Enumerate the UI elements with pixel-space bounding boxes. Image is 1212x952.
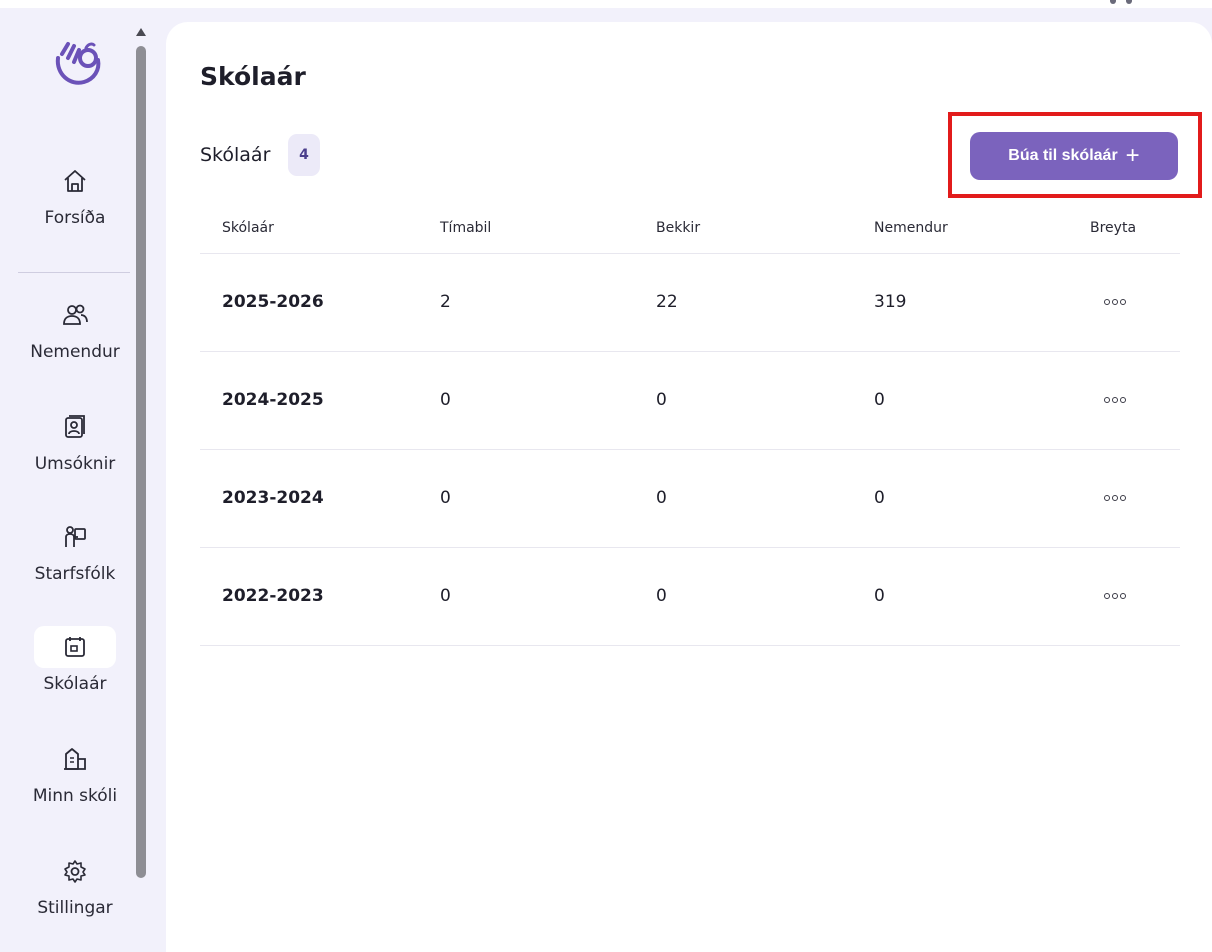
cell-periods: 2: [440, 292, 451, 312]
cell-students: 0: [874, 390, 885, 410]
more-options-icon[interactable]: [1100, 488, 1130, 508]
cell-year: 2022-2023: [222, 586, 324, 606]
create-school-year-button[interactable]: Búa til skólaár +: [970, 132, 1178, 180]
section-title: Skólaár: [200, 144, 271, 166]
building-icon: [64, 748, 86, 770]
sidebar-item-home[interactable]: Forsíða: [0, 160, 150, 228]
id-card-icon: [65, 415, 85, 438]
sidebar-item-label: Starfsfólk: [34, 564, 116, 584]
plus-icon: +: [1125, 142, 1140, 169]
cell-periods: 0: [440, 488, 451, 508]
window-control-dot: [1126, 0, 1132, 4]
sidebar-item-label: Stillingar: [37, 898, 113, 918]
sidebar-icon-wrap: [34, 160, 116, 202]
cell-year: 2023-2024: [222, 488, 324, 508]
main-panel: Skólaár Skólaár 4 Búa til skólaár + Skól…: [166, 22, 1212, 952]
create-button-label: Búa til skólaár: [1008, 147, 1118, 164]
cell-classes: 0: [656, 586, 667, 606]
table-row[interactable]: 2025-2026 2 22 319: [200, 254, 1180, 352]
sidebar-item-label: Umsóknir: [34, 454, 116, 474]
sidebar-item-students[interactable]: Nemendur: [0, 294, 150, 362]
sidebar-item-school-years[interactable]: Skólaár: [0, 626, 150, 694]
page-title: Skólaár: [200, 62, 306, 91]
column-header: Skólaár: [222, 220, 274, 236]
logo-icon: [55, 42, 101, 85]
table-row[interactable]: 2023-2024 0 0 0: [200, 450, 1180, 548]
cell-classes: 0: [656, 488, 667, 508]
window-control-dot: [1110, 0, 1116, 4]
column-header: Breyta: [1090, 220, 1137, 236]
sidebar-item-label: Skólaár: [43, 674, 107, 694]
cell-classes: 22: [656, 292, 678, 312]
cell-year: 2024-2025: [222, 390, 324, 410]
table-row[interactable]: 2022-2023 0 0 0: [200, 548, 1180, 646]
sidebar-item-settings[interactable]: Stillingar: [0, 850, 150, 918]
more-options-icon[interactable]: [1100, 586, 1130, 606]
column-header: Bekkir: [656, 220, 701, 236]
cell-students: 0: [874, 586, 885, 606]
sidebar-icon-wrap: [34, 516, 116, 558]
school-years-table: Skólaár Tímabil Bekkir Nemendur Breyta 2…: [200, 208, 1180, 646]
sidebar-icon-wrap-active: [34, 626, 116, 668]
table-header: Skólaár Tímabil Bekkir Nemendur Breyta: [200, 208, 1180, 254]
sidebar-item-applications[interactable]: Umsóknir: [0, 406, 150, 474]
sidebar-icon-wrap: [34, 850, 116, 892]
column-header: Tímabil: [440, 220, 492, 236]
sidebar-item-label: Minn skóli: [32, 786, 118, 806]
sidebar-icon-wrap: [34, 738, 116, 780]
sidebar-item-staff[interactable]: Starfsfólk: [0, 516, 150, 584]
sidebar-icon-wrap: [34, 406, 116, 448]
home-icon: [64, 170, 86, 192]
column-header: Nemendur: [874, 220, 948, 236]
sidebar-icon-wrap: [34, 294, 116, 336]
app-window: Forsíða Nemendur Umsóknir Starfsfólk Skó…: [0, 0, 1212, 952]
cell-students: 0: [874, 488, 885, 508]
sidebar-item-my-school[interactable]: Minn skóli: [0, 738, 150, 806]
cell-periods: 0: [440, 390, 451, 410]
sidebar: Forsíða Nemendur Umsóknir Starfsfólk Skó…: [0, 8, 130, 952]
top-bar: [0, 0, 1212, 8]
staff-icon: [65, 526, 86, 547]
table-row[interactable]: 2024-2025 0 0 0: [200, 352, 1180, 450]
sidebar-item-label: Nemendur: [30, 342, 120, 362]
count-badge: 4: [288, 134, 320, 176]
sidebar-divider: [18, 272, 130, 273]
scroll-up-arrow-icon[interactable]: [136, 28, 146, 36]
cell-classes: 0: [656, 390, 667, 410]
app-logo[interactable]: [52, 36, 104, 92]
gear-icon: [64, 860, 86, 883]
sidebar-item-label: Forsíða: [44, 208, 106, 228]
users-icon: [63, 304, 88, 325]
cell-year: 2025-2026: [222, 292, 324, 312]
cell-periods: 0: [440, 586, 451, 606]
calendar-icon: [65, 637, 85, 657]
more-options-icon[interactable]: [1100, 390, 1130, 410]
more-options-icon[interactable]: [1100, 292, 1130, 312]
scrollbar-thumb[interactable]: [136, 46, 146, 878]
cell-students: 319: [874, 292, 907, 312]
